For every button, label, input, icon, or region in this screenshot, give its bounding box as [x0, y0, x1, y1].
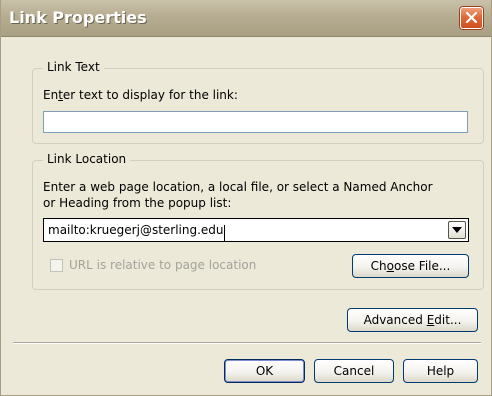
url-dropdown-button[interactable]	[448, 221, 466, 239]
link-text-legend: Link Text	[43, 60, 104, 74]
link-properties-dialog: Link Properties Link Text Enter text to …	[0, 0, 492, 396]
link-location-description-line2: or Heading from the popup list:	[43, 196, 232, 210]
relative-url-checkbox[interactable]	[50, 259, 63, 272]
cancel-button[interactable]: Cancel	[314, 359, 394, 383]
url-value: mailto:kruegerj@sterling.edu	[48, 223, 225, 241]
chevron-down-icon	[452, 227, 462, 233]
url-combobox[interactable]: mailto:kruegerj@sterling.edu	[43, 218, 469, 242]
close-button[interactable]	[460, 7, 483, 29]
title-bar[interactable]: Link Properties	[1, 0, 491, 37]
button-separator	[13, 342, 481, 344]
link-location-legend: Link Location	[43, 152, 131, 166]
link-text-prompt: Enter text to display for the link:	[43, 88, 238, 102]
dialog-title: Link Properties	[9, 8, 147, 27]
relative-url-label: URL is relative to page location	[69, 258, 257, 272]
advanced-edit-button[interactable]: Advanced Edit...	[347, 308, 478, 332]
ok-button[interactable]: OK	[224, 359, 305, 383]
help-button[interactable]: Help	[403, 359, 478, 383]
link-location-description-line1: Enter a web page location, a local file,…	[43, 180, 433, 194]
text-caret	[223, 225, 225, 241]
link-text-input[interactable]	[43, 111, 468, 133]
choose-file-button[interactable]: Choose File...	[352, 254, 469, 278]
close-x-icon	[466, 12, 477, 23]
